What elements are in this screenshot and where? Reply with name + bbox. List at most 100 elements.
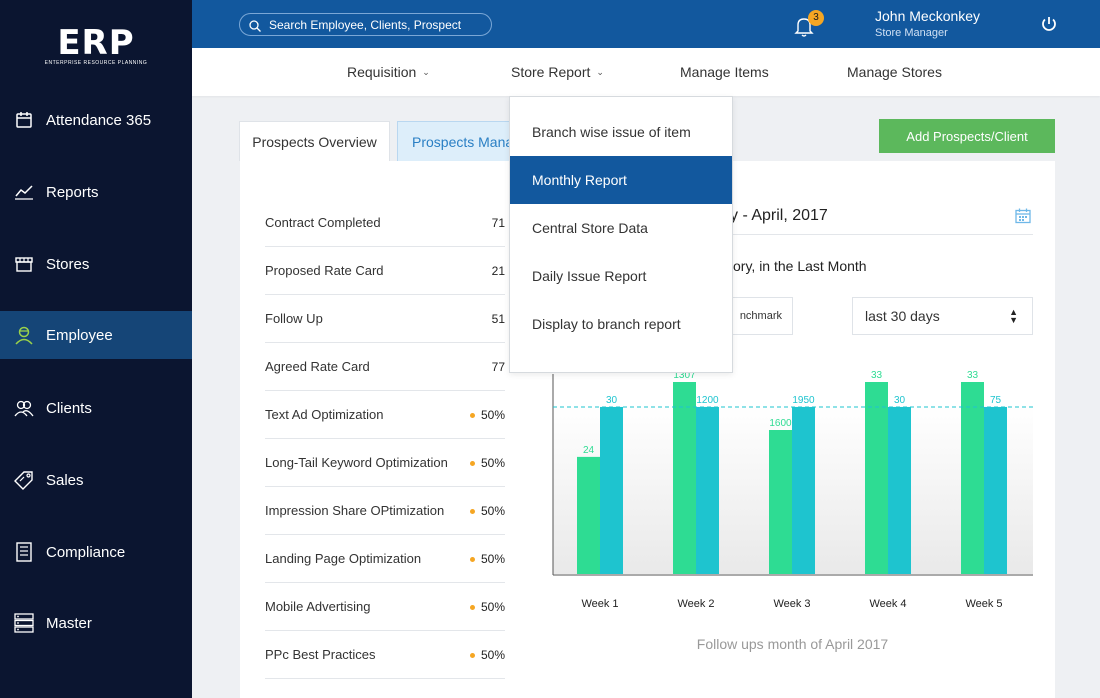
chart-bar	[673, 382, 696, 574]
stat-label: Landing Page Optimization	[265, 551, 422, 566]
report-subtitle: ory, in the Last Month	[733, 258, 867, 274]
stat-percent: 50%	[480, 551, 505, 566]
sidebar-item-master[interactable]: Master	[0, 599, 192, 647]
calendar-icon	[13, 109, 35, 131]
stat-percent: 50%	[480, 407, 505, 422]
bar-value-label: 1200	[696, 395, 719, 406]
clients-icon	[13, 397, 35, 419]
stat-row: Impression Share OPtimization 50%	[265, 487, 505, 535]
tab-prospects-overview[interactable]: Prospects Overview	[239, 121, 390, 161]
sidebar-item-label: Master	[46, 614, 92, 632]
bar-value-label: 30	[606, 395, 618, 406]
menu-label: Requisition	[347, 64, 417, 80]
stat-row: Landing Page Optimization 50%	[265, 535, 505, 583]
menu-store-report[interactable]: Store Report ⌄	[511, 64, 604, 80]
power-icon[interactable]	[1040, 15, 1058, 33]
dropdown-item-monthly-report[interactable]: Monthly Report	[510, 156, 732, 204]
logo-text: ERP	[57, 23, 135, 63]
menu-label: Store Report	[511, 64, 591, 80]
calendar-icon[interactable]	[1015, 208, 1031, 224]
sidebar-item-reports[interactable]: Reports	[0, 168, 192, 216]
chart-x-labels: Week 1 Week 2 Week 3 Week 4 Week 5	[581, 598, 1002, 610]
stat-label: Follow Up	[265, 311, 323, 326]
range-select[interactable]: last 30 days ▲ ▼	[852, 297, 1033, 335]
server-icon	[13, 612, 35, 634]
bar-value-label: 24	[583, 445, 595, 456]
trend-icon	[13, 181, 35, 203]
stat-percent: 50%	[480, 455, 505, 470]
store-report-dropdown: Branch wise issue of item Monthly Report…	[509, 96, 733, 373]
sidebar-item-compliance[interactable]: Compliance	[0, 528, 192, 576]
sidebar-item-stores[interactable]: Stores	[0, 240, 192, 288]
document-icon	[13, 541, 35, 563]
add-prospects-button[interactable]: Add Prospects/Client	[879, 119, 1055, 153]
dropdown-item-daily-issue[interactable]: Daily Issue Report	[510, 252, 732, 300]
status-dot	[469, 652, 475, 658]
sidebar-item-label: Sales	[46, 471, 84, 489]
x-tick-label: Week 4	[869, 598, 906, 610]
logo-subtitle: ENTERPRISE RESOURCE PLANNING	[44, 60, 148, 66]
sidebar-item-clients[interactable]: Clients	[0, 384, 192, 432]
menu-requisition[interactable]: Requisition ⌄	[347, 64, 430, 80]
status-dot	[469, 412, 475, 418]
chart-bar	[984, 406, 1007, 574]
chart-caption: Follow ups month of April 2017	[696, 636, 889, 652]
divider	[733, 234, 1033, 235]
stat-label: Mobile Advertising	[265, 599, 371, 614]
stat-label: Impression Share OPtimization	[265, 503, 445, 518]
stat-value: 51	[491, 311, 505, 326]
tab-prospects-management[interactable]: Prospects Management	[397, 121, 527, 161]
stat-value: 77	[491, 359, 505, 374]
stat-label: Agreed Rate Card	[265, 359, 370, 374]
user-name[interactable]: John Meckonkey	[875, 8, 980, 24]
stat-value: 50%	[465, 600, 505, 614]
stat-value: 71	[491, 215, 505, 230]
report-date: y - April, 2017	[730, 207, 828, 224]
chart-bar	[888, 406, 911, 574]
sidebar-item-attendance[interactable]: Attendance 365	[0, 96, 192, 144]
sidebar: ERP ENTERPRISE RESOURCE PLANNING Attenda…	[0, 0, 192, 698]
store-icon	[13, 253, 35, 275]
stat-label: Contract Completed	[265, 215, 381, 230]
stat-row: Contract Completed 71	[265, 199, 505, 247]
bar-value-label: 33	[871, 370, 883, 381]
dropdown-item-branch-wise[interactable]: Branch wise issue of item	[510, 108, 732, 156]
stat-row: Mobile Advertising 50%	[265, 583, 505, 631]
user-icon	[13, 324, 35, 346]
chart-bar	[865, 382, 888, 574]
search-input[interactable]	[269, 17, 489, 32]
stat-value: 21	[491, 263, 505, 278]
chart-bar	[696, 406, 719, 574]
stat-row: Agreed Rate Card 77	[265, 343, 505, 391]
menu-label: Manage Stores	[847, 64, 942, 80]
search-icon	[249, 19, 261, 32]
stat-label: Text Ad Optimization	[265, 407, 384, 422]
erp-logo[interactable]: ERP ENTERPRISE RESOURCE PLANNING	[0, 26, 192, 66]
tag-icon	[13, 469, 35, 491]
notification-badge: 3	[808, 10, 824, 26]
sidebar-item-label: Reports	[46, 183, 99, 201]
range-select-value: last 30 days	[865, 308, 940, 324]
chart-bar	[769, 430, 792, 574]
user-role: Store Manager	[875, 27, 948, 39]
stat-percent: 50%	[480, 599, 505, 614]
dropdown-item-central-store[interactable]: Central Store Data	[510, 204, 732, 252]
sidebar-item-label: Clients	[46, 399, 92, 417]
menu-label: Manage Items	[680, 64, 769, 80]
bar-value-label: 33	[967, 370, 979, 381]
chart-bar	[577, 456, 600, 574]
menu-manage-items[interactable]: Manage Items	[680, 64, 769, 80]
chart-bar	[961, 382, 984, 574]
x-tick-label: Week 3	[773, 598, 810, 610]
x-tick-label: Week 1	[581, 598, 618, 610]
stat-row: PPc Best Practices 50%	[265, 631, 505, 679]
stat-value: 50%	[465, 552, 505, 566]
sidebar-item-employee[interactable]: Employee	[0, 311, 192, 359]
sidebar-item-sales[interactable]: Sales	[0, 456, 192, 504]
dropdown-item-display-branch[interactable]: Display to branch report	[510, 300, 732, 348]
menu-manage-stores[interactable]: Manage Stores	[847, 64, 942, 80]
search-box[interactable]	[239, 13, 492, 36]
sidebar-item-label: Stores	[46, 255, 90, 273]
sidebar-item-label: Attendance 365	[46, 111, 152, 129]
stat-row: Text Ad Optimization 50%	[265, 391, 505, 439]
